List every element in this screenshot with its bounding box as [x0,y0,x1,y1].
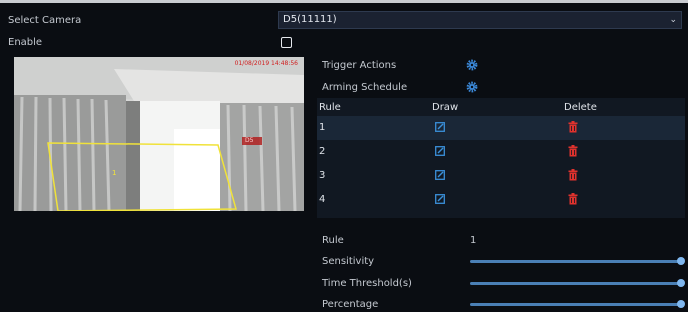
camera-select-value: D5(11111) [283,14,337,25]
arming-schedule-label: Arming Schedule [322,82,408,93]
trigger-actions-label: Trigger Actions [322,60,397,71]
edit-icon[interactable] [435,170,445,180]
slider-handle[interactable] [677,257,685,265]
table-row[interactable]: 3 [317,164,685,188]
rule-number: 4 [319,194,326,205]
trash-icon[interactable] [568,145,578,157]
rule-number: 2 [319,146,326,157]
rule-number: 1 [319,122,326,133]
table-row[interactable]: 2 [317,140,685,164]
time-threshold-label: Time Threshold(s) [322,278,412,289]
sensitivity-label: Sensitivity [322,256,375,267]
trash-icon[interactable] [568,193,578,205]
arming-schedule-gear-icon[interactable] [466,81,478,93]
time-threshold-slider[interactable] [470,279,685,287]
enable-label: Enable [8,37,43,48]
chevron-down-icon: ⌄ [669,15,677,25]
slider-handle[interactable] [677,300,685,308]
header-rule: Rule [319,102,341,113]
camera-preview[interactable]: 1 01/08/2019 14:48:56 D5 [14,57,304,211]
window-top-border [0,0,688,3]
header-draw: Draw [432,102,459,113]
camera-scene: 1 [14,57,304,211]
camera-select-dropdown[interactable]: D5(11111) ⌄ [278,11,682,29]
trash-icon[interactable] [568,121,578,133]
rules-table: Rule Draw Delete 1 2 3 4 [317,98,685,218]
table-row[interactable]: 4 [317,188,685,212]
sensitivity-slider[interactable] [470,257,685,265]
video-channel-label: D5 [245,137,254,144]
slider-handle[interactable] [677,279,685,287]
enable-checkbox[interactable] [281,37,292,48]
percentage-label: Percentage [322,299,379,310]
video-timestamp: 01/08/2019 14:48:56 [234,60,298,67]
select-camera-label: Select Camera [8,15,82,26]
rule-setting-value: 1 [470,235,477,246]
header-delete: Delete [564,102,597,113]
edit-icon[interactable] [435,146,445,156]
table-row[interactable]: 1 [317,116,685,140]
trigger-actions-gear-icon[interactable] [466,59,478,71]
trash-icon[interactable] [568,169,578,181]
rule-number: 3 [319,170,326,181]
percentage-slider[interactable] [470,300,685,308]
edit-icon[interactable] [435,194,445,204]
svg-text:1: 1 [112,169,116,177]
edit-icon[interactable] [435,122,445,132]
rules-table-header: Rule Draw Delete [317,98,685,116]
rule-setting-label: Rule [322,235,344,246]
